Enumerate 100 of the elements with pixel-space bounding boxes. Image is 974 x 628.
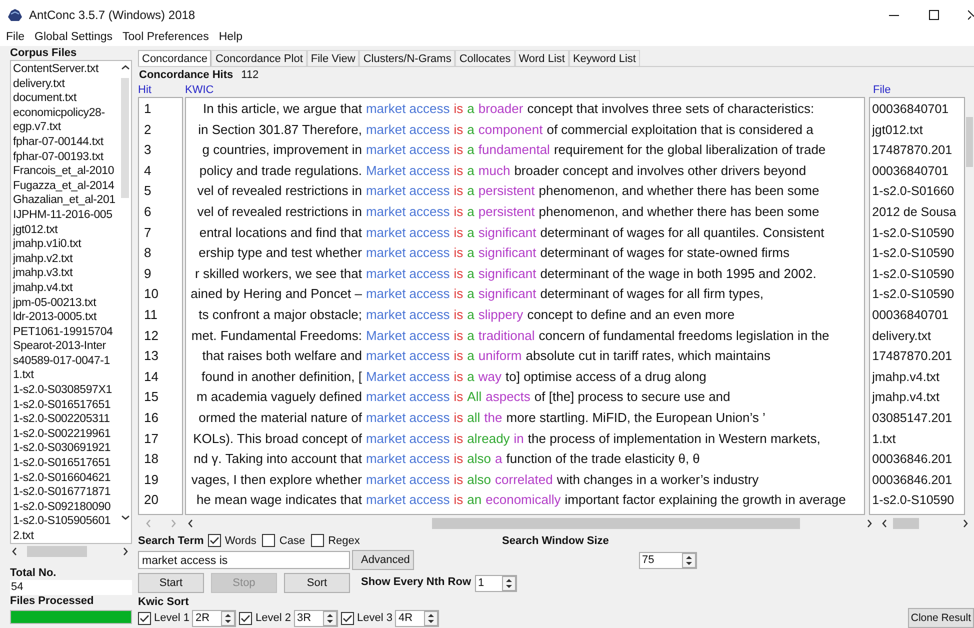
left-context: found in another definition, [ (200, 368, 362, 386)
action-button[interactable]: Sort (284, 573, 350, 593)
next-word: way (478, 368, 502, 386)
menu-item[interactable]: Tool Preferences (122, 31, 209, 43)
column-header[interactable]: File (873, 84, 953, 96)
maximize-icon[interactable] (928, 9, 940, 21)
file-item[interactable]: delivery.txt (13, 76, 119, 92)
file-item[interactable]: document.txt (13, 91, 119, 106)
number-spinner[interactable]: 2R (192, 610, 236, 626)
file-item[interactable]: 1-s2.0-S092180090 (13, 500, 119, 514)
next-word: is (454, 347, 464, 366)
checkbox[interactable] (138, 612, 151, 624)
file-item[interactable]: 1-s2.0-S016517651 (13, 456, 119, 471)
clone-button[interactable]: Clone Result (908, 608, 974, 628)
next-word: a (467, 347, 474, 366)
right-context: with changes in a worker’s industry (556, 470, 759, 489)
number-spinner[interactable]: 3R (294, 610, 338, 626)
file-item[interactable]: Ghazalian_et_al-201 (13, 193, 119, 208)
file-item[interactable]: PET1061-19915704 (13, 324, 119, 340)
left-context: he mean wage indicates that (195, 491, 362, 510)
next-word: is (454, 388, 464, 406)
file-item[interactable]: 1-s2.0-S016604621 (13, 470, 119, 486)
spin-arrows-icon[interactable] (682, 552, 696, 568)
file-name: 1-s2.0-S01660 (871, 183, 956, 200)
file-item[interactable]: jmahp.v1i0.txt (13, 237, 119, 252)
file-item[interactable]: jgt012.txt (13, 222, 119, 238)
tab[interactable]: File View (306, 50, 360, 66)
file-item[interactable]: fphar-07-00144.txt (13, 134, 119, 150)
file-item[interactable]: ldr-2013-0005.txt (13, 310, 119, 325)
checkbox[interactable] (262, 534, 276, 547)
menu-item[interactable]: Help (218, 31, 242, 43)
tab[interactable]: Word List (514, 50, 569, 66)
file-item[interactable]: jmahp.v4.txt (13, 280, 119, 296)
next-word: is (454, 182, 464, 200)
spin-arrows-icon[interactable] (502, 576, 516, 590)
tab[interactable]: Collocates (455, 50, 515, 66)
tab[interactable]: Concordance Plot (211, 50, 307, 66)
search-term-match: market access (366, 470, 450, 489)
file-item[interactable]: 1.txt (13, 368, 119, 384)
scroll-thumb[interactable] (893, 518, 919, 528)
number-spinner[interactable]: 75 (639, 552, 697, 568)
file-name: 00036840701 (871, 306, 950, 324)
column-header[interactable]: Hit (138, 84, 185, 96)
file-item[interactable]: 1-s2.0-S002219961 (13, 426, 119, 442)
file-item[interactable]: Spearot-2013-Inter (13, 339, 119, 354)
file-item[interactable]: 1-s2.0-S0308597X1 (13, 383, 119, 398)
file-item[interactable]: s40589-017-0047-1 (13, 354, 119, 368)
next-word: significant (478, 244, 536, 262)
tab[interactable]: Concordance (138, 50, 212, 66)
number-spinner[interactable]: 1 (475, 574, 518, 592)
next-word: is (454, 100, 464, 118)
left-context: ts confront a major obstacle; (198, 306, 362, 324)
checkbox[interactable] (239, 612, 252, 624)
file-item[interactable]: jmahp.v3.txt (13, 266, 119, 281)
tab[interactable]: Keyword List (568, 50, 640, 66)
file-item[interactable]: Fugazza_et_al-2014 (13, 178, 119, 194)
tab[interactable]: Clusters/N-Grams (359, 50, 456, 66)
field-label: Search Term (138, 534, 204, 546)
spin-arrows-icon[interactable] (424, 610, 438, 626)
number-spinner[interactable]: 4R (395, 610, 440, 626)
next-word: is (454, 244, 464, 262)
action-button[interactable]: Start (138, 573, 204, 593)
right-context: concept that involves three sets of characteristics: (527, 100, 814, 118)
scroll-thumb[interactable] (27, 546, 87, 557)
file-item[interactable]: 1-s2.0-S105905601 (13, 514, 119, 529)
file-item[interactable]: 1-s2.0-S016771871 (13, 485, 119, 500)
right-context: absolute cut in tariff rates, which maintains (526, 347, 770, 366)
spin-arrows-icon[interactable] (221, 610, 236, 626)
column-header[interactable]: KWIC (185, 84, 873, 96)
next-word: a (467, 182, 474, 200)
file-item[interactable]: Francois_et_al-2010 (13, 164, 119, 179)
file-item[interactable]: 2.txt (13, 529, 119, 543)
advanced-button[interactable]: Advanced (352, 550, 414, 570)
menu-item[interactable]: File (6, 31, 25, 43)
scroll-thumb[interactable] (432, 518, 800, 528)
checkbox[interactable] (208, 534, 221, 547)
menu-item[interactable]: Global Settings (34, 31, 113, 43)
scroll-thumb[interactable] (966, 117, 974, 167)
window-title: AntConc 3.5.7 (Windows) 2018 (29, 8, 196, 22)
file-item[interactable]: ContentServer.txt (13, 62, 119, 77)
spin-arrows-icon[interactable] (322, 610, 337, 626)
next-word: a (467, 244, 474, 262)
left-context: entral locations and find that (198, 224, 362, 242)
close-icon[interactable] (968, 9, 974, 21)
file-item[interactable]: 1-s2.0-S002205311 (13, 412, 119, 427)
file-item[interactable]: economicpolicy28- (13, 106, 119, 120)
file-item[interactable]: fphar-07-00193.txt (13, 150, 119, 164)
next-word: fundamental (478, 141, 550, 160)
file-item[interactable]: 1-s2.0-S016517651 (13, 398, 119, 412)
file-item[interactable]: jmahp.v2.txt (13, 252, 119, 266)
next-word: is (454, 368, 464, 386)
checkbox[interactable] (311, 534, 324, 547)
file-item[interactable]: 1-s2.0-S030691921 (13, 441, 119, 456)
file-item[interactable]: jpm-05-00213.txt (13, 296, 119, 310)
file-item[interactable]: egp.v7.txt (13, 120, 119, 135)
search-field[interactable]: market access is (138, 551, 350, 569)
file-item[interactable]: IJPHM-11-2016-005 (13, 208, 119, 223)
hit-number: 5 (143, 182, 152, 200)
checkbox[interactable] (340, 612, 354, 624)
scroll-thumb[interactable] (121, 78, 129, 198)
